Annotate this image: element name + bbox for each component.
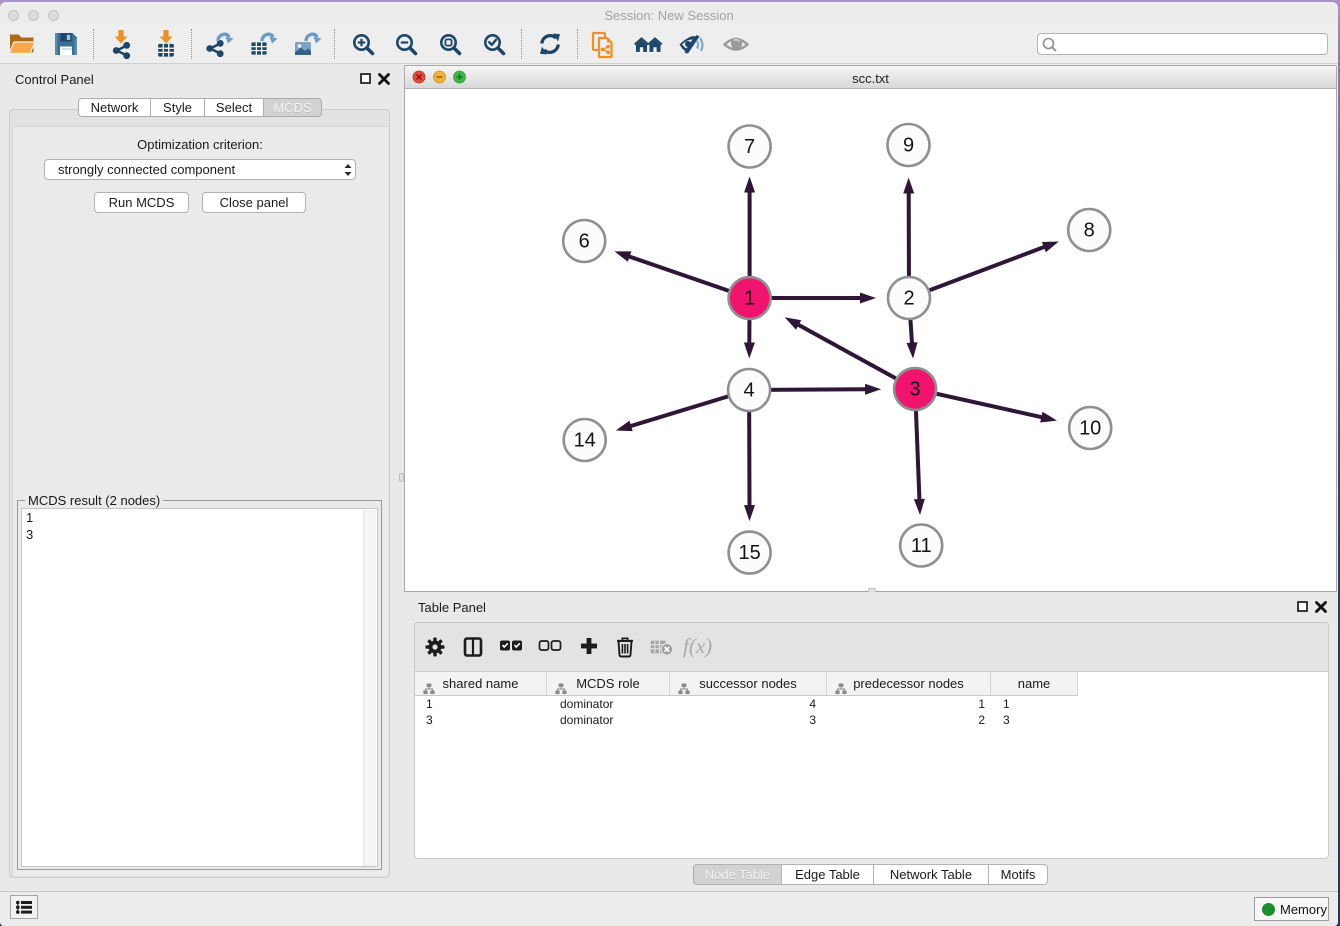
svg-text:10: 10 (1079, 418, 1101, 440)
svg-text:2: 2 (903, 288, 914, 310)
svg-text:14: 14 (574, 430, 596, 452)
svg-text:3: 3 (910, 379, 921, 401)
svg-text:15: 15 (738, 542, 760, 564)
svg-text:9: 9 (903, 135, 914, 157)
svg-text:11: 11 (911, 535, 932, 557)
svg-text:6: 6 (579, 231, 590, 253)
svg-text:4: 4 (744, 380, 755, 402)
svg-text:7: 7 (744, 136, 755, 158)
svg-text:8: 8 (1084, 220, 1095, 242)
svg-text:1: 1 (744, 288, 755, 310)
